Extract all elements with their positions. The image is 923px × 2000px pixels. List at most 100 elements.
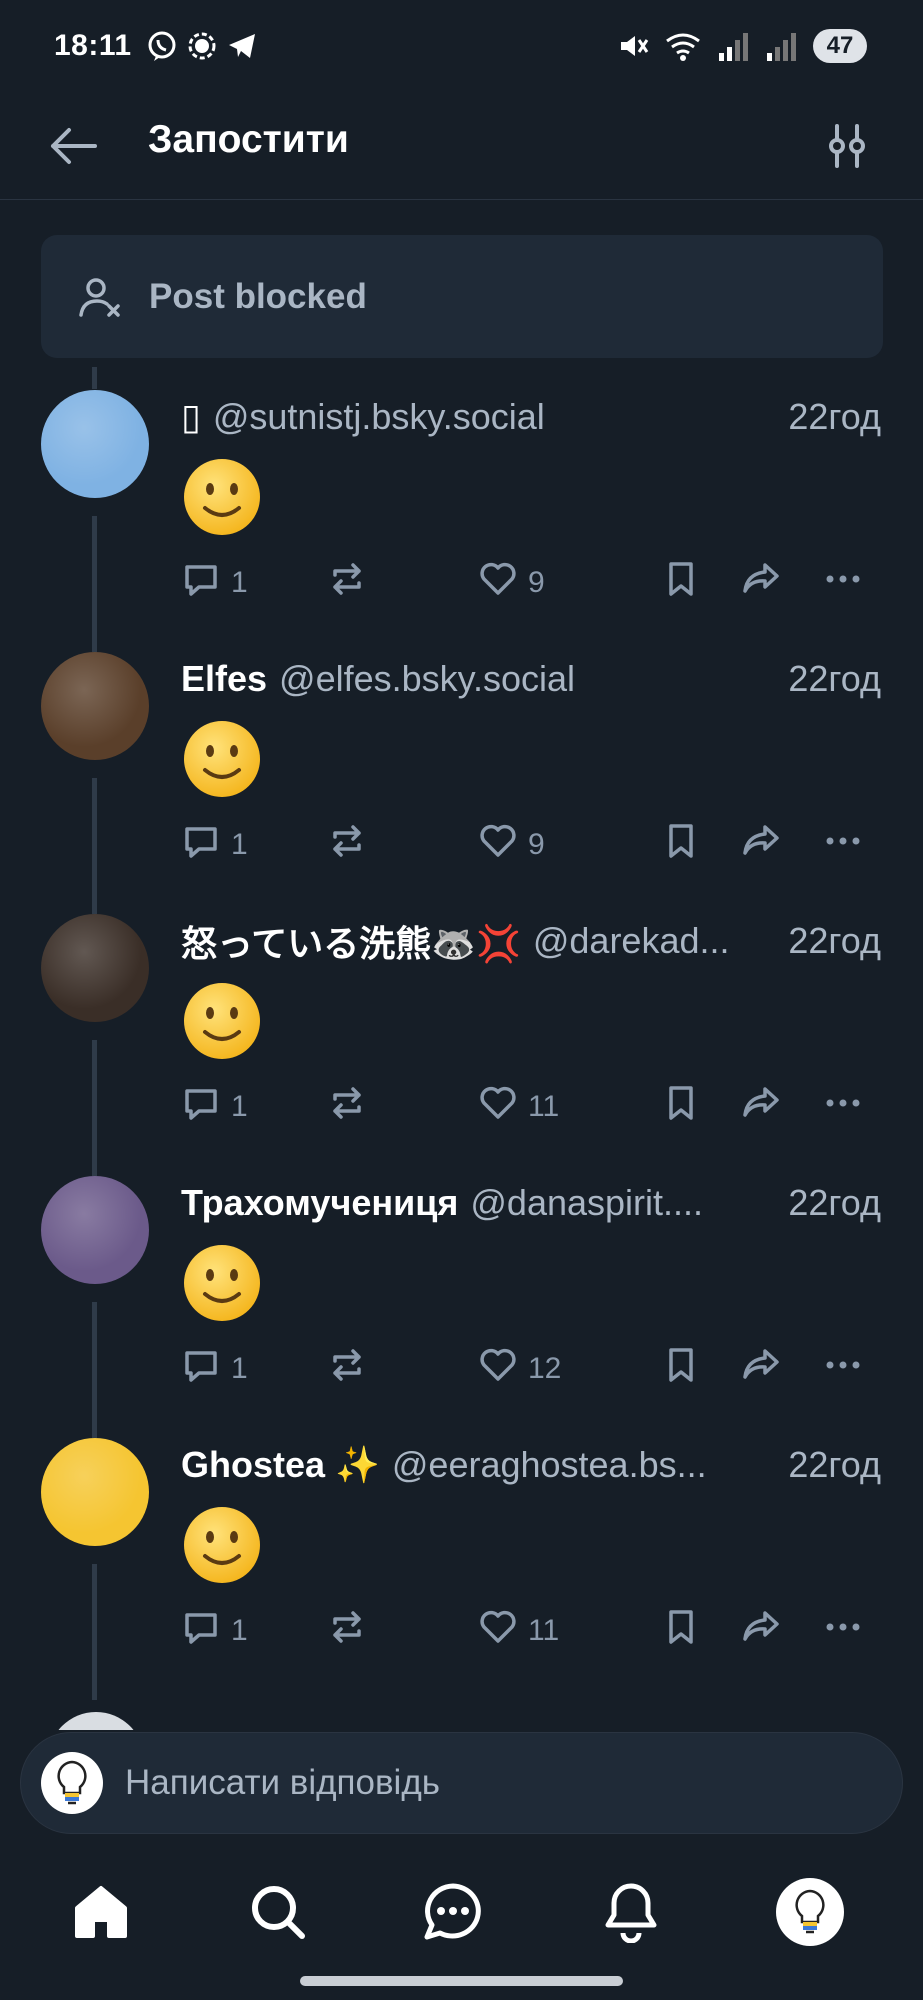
author-name[interactable]: Ghostea ✨ bbox=[181, 1444, 380, 1486]
reply-button[interactable]: 1 bbox=[181, 558, 248, 608]
bookmark-icon bbox=[661, 1607, 701, 1655]
bookmark-button[interactable] bbox=[661, 558, 701, 608]
post-item[interactable]: Ghostea ✨ @eeraghostea.bs... 22год 1 11 bbox=[0, 1410, 923, 1672]
telegram-icon bbox=[228, 34, 255, 58]
share-button[interactable] bbox=[741, 820, 781, 870]
bookmark-button[interactable] bbox=[661, 1082, 701, 1132]
reply-button[interactable]: 1 bbox=[181, 820, 248, 870]
author-name[interactable]: Трахомучениця bbox=[181, 1182, 458, 1224]
slightly-smiling-face-emoji bbox=[184, 721, 260, 797]
bookmark-button[interactable] bbox=[661, 820, 701, 870]
avatar[interactable] bbox=[41, 1176, 149, 1284]
more-icon bbox=[823, 1345, 863, 1393]
reply-input[interactable]: Написати відповідь bbox=[20, 1732, 903, 1834]
author-handle[interactable]: @eeraghostea.bs... bbox=[392, 1444, 779, 1486]
bookmark-button[interactable] bbox=[661, 1344, 701, 1394]
repost-button[interactable] bbox=[327, 558, 367, 608]
share-button[interactable] bbox=[741, 558, 781, 608]
avatar[interactable] bbox=[41, 914, 149, 1022]
search-icon bbox=[252, 1886, 305, 1939]
like-count: 12 bbox=[528, 1352, 562, 1385]
post-item[interactable]: ▯ @sutnistj.bsky.social 22год 1 9 bbox=[0, 362, 923, 624]
repost-icon bbox=[327, 1345, 367, 1393]
reply-icon bbox=[181, 1083, 221, 1131]
author-name[interactable]: 怒っている洗熊🦝💢 bbox=[181, 915, 521, 967]
avatar[interactable] bbox=[41, 1438, 149, 1546]
home-indicator bbox=[300, 1976, 623, 1986]
tab-home[interactable] bbox=[63, 1874, 139, 1950]
more-options-button[interactable] bbox=[823, 1344, 863, 1394]
repost-button[interactable] bbox=[327, 820, 367, 870]
like-button[interactable]: 11 bbox=[478, 1082, 559, 1132]
slightly-smiling-face-emoji bbox=[184, 1245, 260, 1321]
viber-icon bbox=[148, 31, 176, 61]
reply-button[interactable]: 1 bbox=[181, 1082, 248, 1132]
reply-count: 1 bbox=[231, 1090, 248, 1123]
reply-count: 1 bbox=[231, 828, 248, 861]
author-handle[interactable]: @sutnistj.bsky.social bbox=[213, 396, 779, 438]
like-button[interactable]: 9 bbox=[478, 558, 545, 608]
bottom-tab-bar bbox=[0, 1852, 923, 1972]
post-item[interactable]: 怒っている洗熊🦝💢 @darekad... 22год 1 11 bbox=[0, 886, 923, 1148]
author-handle[interactable]: @danaspirit.... bbox=[470, 1182, 778, 1224]
more-options-button[interactable] bbox=[823, 1606, 863, 1656]
lightbulb-icon bbox=[795, 1889, 825, 1934]
arrow-left-icon bbox=[51, 128, 97, 164]
repost-button[interactable] bbox=[327, 1082, 367, 1132]
repost-icon bbox=[327, 821, 367, 869]
blocked-post-notice: Post blocked bbox=[41, 235, 883, 358]
more-options-button[interactable] bbox=[823, 558, 863, 608]
post-time[interactable]: 22год bbox=[788, 396, 881, 438]
author-name[interactable]: ▯ bbox=[181, 396, 201, 438]
heart-icon bbox=[478, 559, 518, 607]
heart-icon bbox=[478, 821, 518, 869]
post-actions: 1 9 bbox=[181, 558, 881, 608]
repost-button[interactable] bbox=[327, 1344, 367, 1394]
tab-search[interactable] bbox=[240, 1874, 316, 1950]
more-options-button[interactable] bbox=[823, 1082, 863, 1132]
avatar[interactable] bbox=[41, 652, 149, 760]
like-button[interactable]: 11 bbox=[478, 1606, 559, 1656]
bookmark-icon bbox=[661, 821, 701, 869]
post-item[interactable]: Трахомучениця @danaspirit.... 22год 1 12 bbox=[0, 1148, 923, 1410]
blocked-text: Post blocked bbox=[149, 276, 367, 316]
tab-notifications[interactable] bbox=[593, 1874, 669, 1950]
post-time[interactable]: 22год bbox=[788, 1182, 881, 1224]
reply-button[interactable]: 1 bbox=[181, 1606, 248, 1656]
author-handle[interactable]: @darekad... bbox=[533, 920, 779, 962]
author-name[interactable]: Elfes bbox=[181, 658, 267, 700]
avatar[interactable] bbox=[41, 390, 149, 498]
wifi-icon bbox=[666, 33, 700, 61]
chat-icon bbox=[424, 1883, 481, 1940]
reply-icon bbox=[181, 1345, 221, 1393]
repost-button[interactable] bbox=[327, 1606, 367, 1656]
share-button[interactable] bbox=[741, 1082, 781, 1132]
cell-signal-2-icon bbox=[767, 33, 796, 61]
back-button[interactable] bbox=[44, 116, 104, 176]
repost-icon bbox=[327, 559, 367, 607]
post-time[interactable]: 22год bbox=[788, 920, 881, 962]
post-item[interactable]: Elfes @elfes.bsky.social 22год 1 9 bbox=[0, 624, 923, 886]
repost-icon bbox=[327, 1083, 367, 1131]
author-handle[interactable]: @elfes.bsky.social bbox=[279, 658, 778, 700]
signal-app-icon bbox=[188, 32, 216, 60]
tab-chat[interactable] bbox=[415, 1874, 491, 1950]
settings-button[interactable] bbox=[819, 118, 875, 174]
like-button[interactable]: 12 bbox=[478, 1344, 561, 1394]
bookmark-button[interactable] bbox=[661, 1606, 701, 1656]
like-button[interactable]: 9 bbox=[478, 820, 545, 870]
bookmark-icon bbox=[661, 1083, 701, 1131]
reply-button[interactable]: 1 bbox=[181, 1344, 248, 1394]
post-actions: 1 9 bbox=[181, 820, 881, 870]
tab-profile[interactable] bbox=[772, 1874, 848, 1950]
post-time[interactable]: 22год bbox=[788, 658, 881, 700]
post-time[interactable]: 22год bbox=[788, 1444, 881, 1486]
battery-indicator: 47 bbox=[813, 29, 867, 63]
more-icon bbox=[823, 1083, 863, 1131]
more-options-button[interactable] bbox=[823, 820, 863, 870]
share-button[interactable] bbox=[741, 1344, 781, 1394]
avatar bbox=[41, 1752, 103, 1814]
share-icon bbox=[741, 821, 781, 869]
share-button[interactable] bbox=[741, 1606, 781, 1656]
share-icon bbox=[741, 1345, 781, 1393]
